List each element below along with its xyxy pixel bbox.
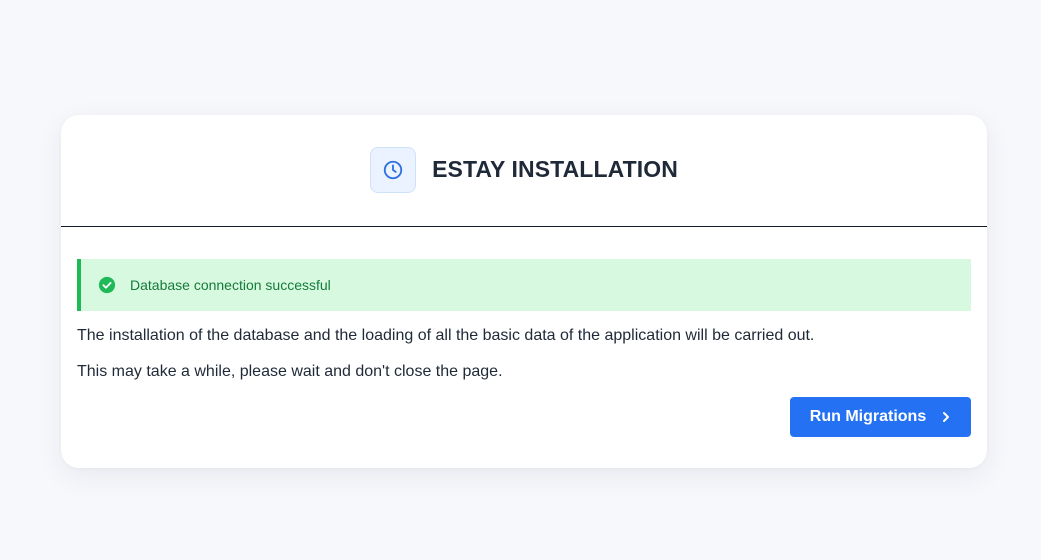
check-circle-icon	[98, 276, 116, 294]
run-migrations-button[interactable]: Run Migrations	[790, 397, 971, 437]
install-description: The installation of the database and the…	[77, 327, 815, 344]
wait-notice: This may take a while, please wait and d…	[77, 363, 503, 380]
success-alert: Database connection successful	[77, 259, 971, 311]
chevron-right-icon	[941, 411, 951, 423]
run-migrations-label: Run Migrations	[809, 408, 927, 425]
card-body: Database connection successful The insta…	[61, 227, 987, 437]
page-title: ESTAY INSTALLATION	[432, 156, 678, 182]
actions-row: Run Migrations	[77, 397, 971, 437]
card-header: ESTAY INSTALLATION	[61, 115, 987, 227]
alert-message: Database connection successful	[130, 277, 331, 293]
clock-icon	[370, 146, 417, 193]
installation-card: ESTAY INSTALLATION Database connection s…	[61, 115, 987, 468]
